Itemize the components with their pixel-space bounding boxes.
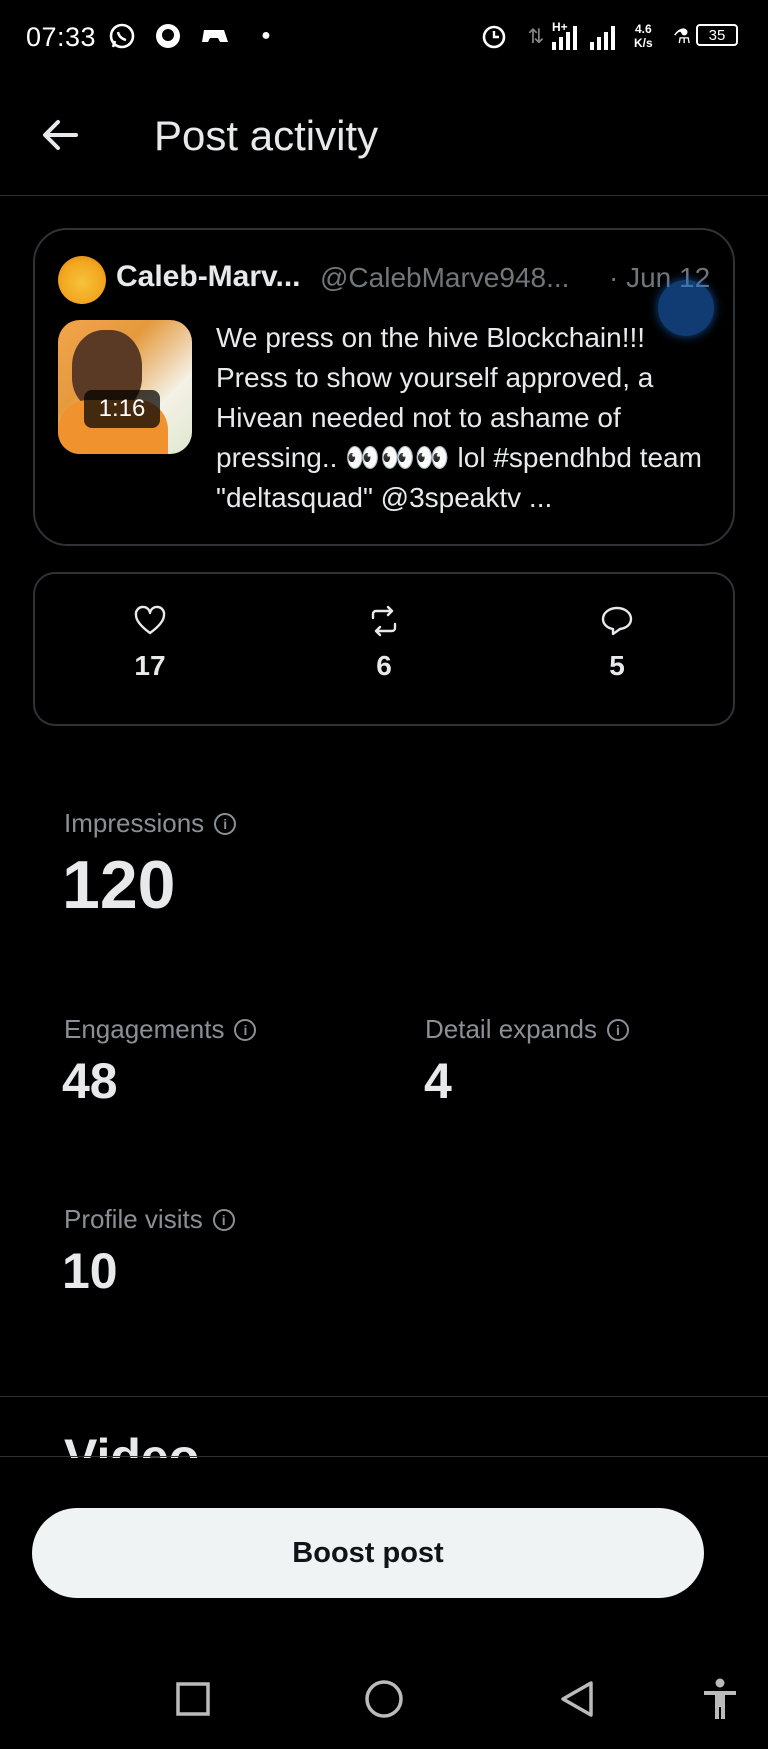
signal-icon: [552, 26, 584, 55]
network-speed: 4.6 K/s: [634, 22, 653, 50]
whatsapp-icon: [106, 20, 138, 52]
info-icon[interactable]: i: [234, 1018, 257, 1041]
triangle-back-icon: [561, 1681, 593, 1717]
touch-indicator: [658, 280, 714, 336]
detail-expands-value: 4: [424, 1053, 452, 1109]
video-duration-badge: 1:16: [84, 390, 160, 428]
impressions-label: Impressions i: [64, 808, 237, 839]
boost-post-button[interactable]: Boost post: [32, 1508, 704, 1598]
section-divider: [0, 1396, 768, 1397]
repost-icon: [371, 605, 397, 637]
dot-icon: ●: [261, 27, 271, 44]
engagements-label: Engagements i: [64, 1014, 257, 1045]
info-icon[interactable]: i: [214, 812, 237, 835]
reply-icon: [601, 606, 633, 636]
post-text[interactable]: We press on the hive Blockchain!!! Press…: [216, 318, 716, 518]
game-icon: [200, 20, 232, 52]
likes-metric: 17: [100, 604, 200, 682]
circle-icon: [365, 1680, 403, 1718]
home-button[interactable]: [359, 1674, 409, 1724]
recents-button[interactable]: [168, 1674, 218, 1724]
square-icon: [176, 1682, 210, 1716]
video-section-heading: Video: [64, 1429, 200, 1458]
accessibility-icon: [704, 1678, 736, 1719]
footer-divider: [0, 1456, 768, 1457]
author-name[interactable]: Caleb-Marv...: [116, 260, 301, 294]
heart-icon: [134, 605, 166, 635]
reposts-count: 6: [376, 650, 392, 681]
alarm-icon: [478, 20, 510, 52]
replies-count: 5: [609, 650, 625, 681]
video-thumbnail[interactable]: [58, 320, 192, 454]
info-icon[interactable]: i: [212, 1208, 235, 1231]
detail-expands-label: Detail expands i: [425, 1014, 629, 1045]
chat-icon: [152, 20, 184, 52]
avatar[interactable]: [58, 256, 106, 304]
info-icon[interactable]: i: [607, 1018, 629, 1041]
arrow-left-icon: [43, 120, 78, 150]
lab-icon: ⚗: [673, 25, 691, 48]
status-time: 07:33: [26, 22, 97, 52]
replies-metric: 5: [567, 604, 667, 682]
battery-icon: 35: [696, 24, 738, 46]
back-nav-button[interactable]: [552, 1674, 602, 1724]
signal-icon: [590, 26, 622, 55]
impressions-value: 120: [62, 847, 176, 923]
likes-count: 17: [134, 650, 166, 681]
data-arrows-icon: ⇅: [527, 25, 545, 48]
header-divider: [0, 195, 768, 196]
author-handle: @CalebMarve948...: [320, 262, 570, 293]
back-button[interactable]: [36, 110, 86, 160]
reposts-metric: 6: [334, 604, 434, 682]
accessibility-button[interactable]: [695, 1674, 745, 1724]
page-title: Post activity: [154, 112, 379, 159]
profile-visits-label: Profile visits i: [64, 1204, 235, 1235]
profile-visits-value: 10: [62, 1243, 118, 1299]
engagements-value: 48: [62, 1053, 118, 1109]
